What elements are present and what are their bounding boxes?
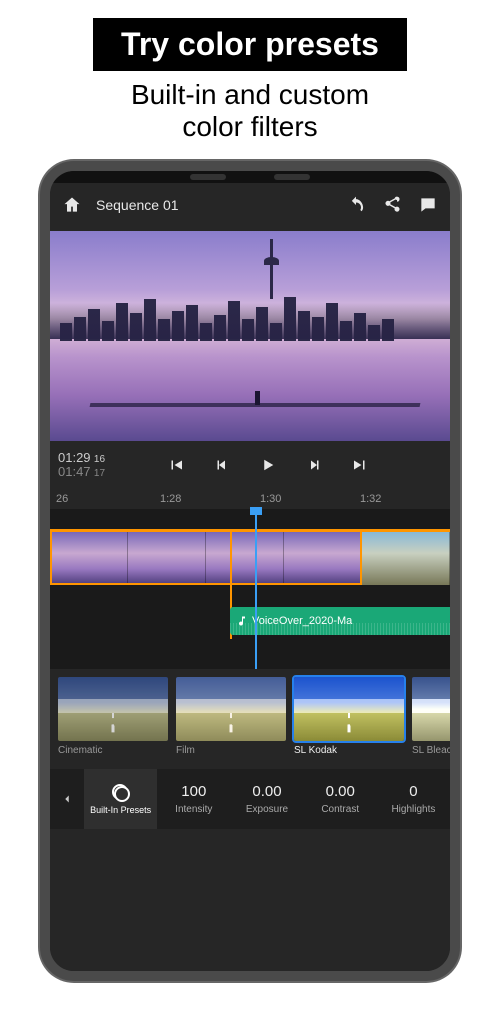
preset-label: SL Kodak (294, 745, 404, 756)
share-icon[interactable] (380, 193, 404, 217)
playback-controls: 01:29 16 01:47 17 (50, 441, 450, 489)
skip-back-icon[interactable] (164, 453, 188, 477)
total-timecode: 01:47 (58, 464, 91, 479)
intensity-value: 100 (181, 783, 206, 800)
undo-icon[interactable] (344, 193, 368, 217)
current-timecode: 01:29 (58, 450, 91, 465)
video-track[interactable] (50, 529, 450, 585)
timecode-display: 01:29 16 01:47 17 (58, 451, 105, 480)
skip-forward-icon[interactable] (348, 453, 372, 477)
tool-intensity[interactable]: 100 Intensity (157, 769, 230, 829)
preset-film[interactable]: Film (176, 677, 286, 769)
exposure-value: 0.00 (252, 783, 281, 800)
timeline[interactable]: VoiceOver_2020-Ma (50, 509, 450, 669)
ruler-tick: 1:32 (360, 493, 381, 505)
promo-sub-line2: color filters (182, 111, 317, 142)
video-preview[interactable] (50, 231, 450, 441)
contrast-value: 0.00 (326, 783, 355, 800)
presets-icon (112, 784, 130, 802)
bottom-toolbar: Built-In Presets 100 Intensity 0.00 Expo… (50, 769, 450, 829)
top-bar: Sequence 01 (50, 183, 450, 227)
step-back-icon[interactable] (210, 453, 234, 477)
tool-label: Exposure (246, 804, 288, 815)
back-icon[interactable] (50, 769, 84, 829)
preset-label: Film (176, 745, 286, 756)
video-clip-2[interactable] (362, 529, 450, 585)
audio-clip[interactable]: VoiceOver_2020-Ma (230, 607, 450, 635)
preset-label: SL Bleac (412, 745, 450, 756)
tool-exposure[interactable]: 0.00 Exposure (230, 769, 303, 829)
ruler-tick: 1:30 (260, 493, 281, 505)
phone-notch (50, 171, 450, 183)
play-icon[interactable] (256, 453, 280, 477)
presets-row[interactable]: Cinematic Film SL Kodak SL Bleac (50, 669, 450, 769)
preset-label: Cinematic (58, 745, 168, 756)
tool-builtin-presets[interactable]: Built-In Presets (84, 769, 157, 829)
tool-label: Contrast (321, 804, 359, 815)
time-ruler[interactable]: 26 1:28 1:30 1:32 (50, 489, 450, 509)
tool-contrast[interactable]: 0.00 Contrast (304, 769, 377, 829)
highlights-value: 0 (409, 783, 417, 800)
video-clip-1[interactable] (50, 529, 362, 585)
audio-clip-name: VoiceOver_2020-Ma (252, 615, 352, 627)
ruler-tick: 26 (56, 493, 68, 505)
comment-icon[interactable] (416, 193, 440, 217)
sequence-title[interactable]: Sequence 01 (96, 197, 179, 213)
ruler-tick: 1:28 (160, 493, 181, 505)
phone-frame: Sequence 01 (40, 161, 460, 981)
music-note-icon (236, 615, 248, 627)
tool-label: Built-In Presets (90, 806, 151, 815)
tool-label: Highlights (391, 804, 435, 815)
promo-headline: Try color presets (93, 18, 407, 71)
promo-subhead: Built-in and custom color filters (0, 79, 500, 143)
preset-sl-kodak[interactable]: SL Kodak (294, 677, 404, 769)
step-forward-icon[interactable] (302, 453, 326, 477)
total-frames: 17 (94, 468, 105, 479)
playhead[interactable] (255, 509, 257, 669)
tool-highlights[interactable]: 0 Highlights (377, 769, 450, 829)
current-frames: 16 (94, 454, 105, 465)
preset-cinematic[interactable]: Cinematic (58, 677, 168, 769)
app-root: Sequence 01 (50, 183, 450, 971)
promo-sub-line1: Built-in and custom (131, 79, 369, 110)
home-icon[interactable] (60, 193, 84, 217)
preset-sl-bleach[interactable]: SL Bleac (412, 677, 450, 769)
tool-label: Intensity (175, 804, 212, 815)
